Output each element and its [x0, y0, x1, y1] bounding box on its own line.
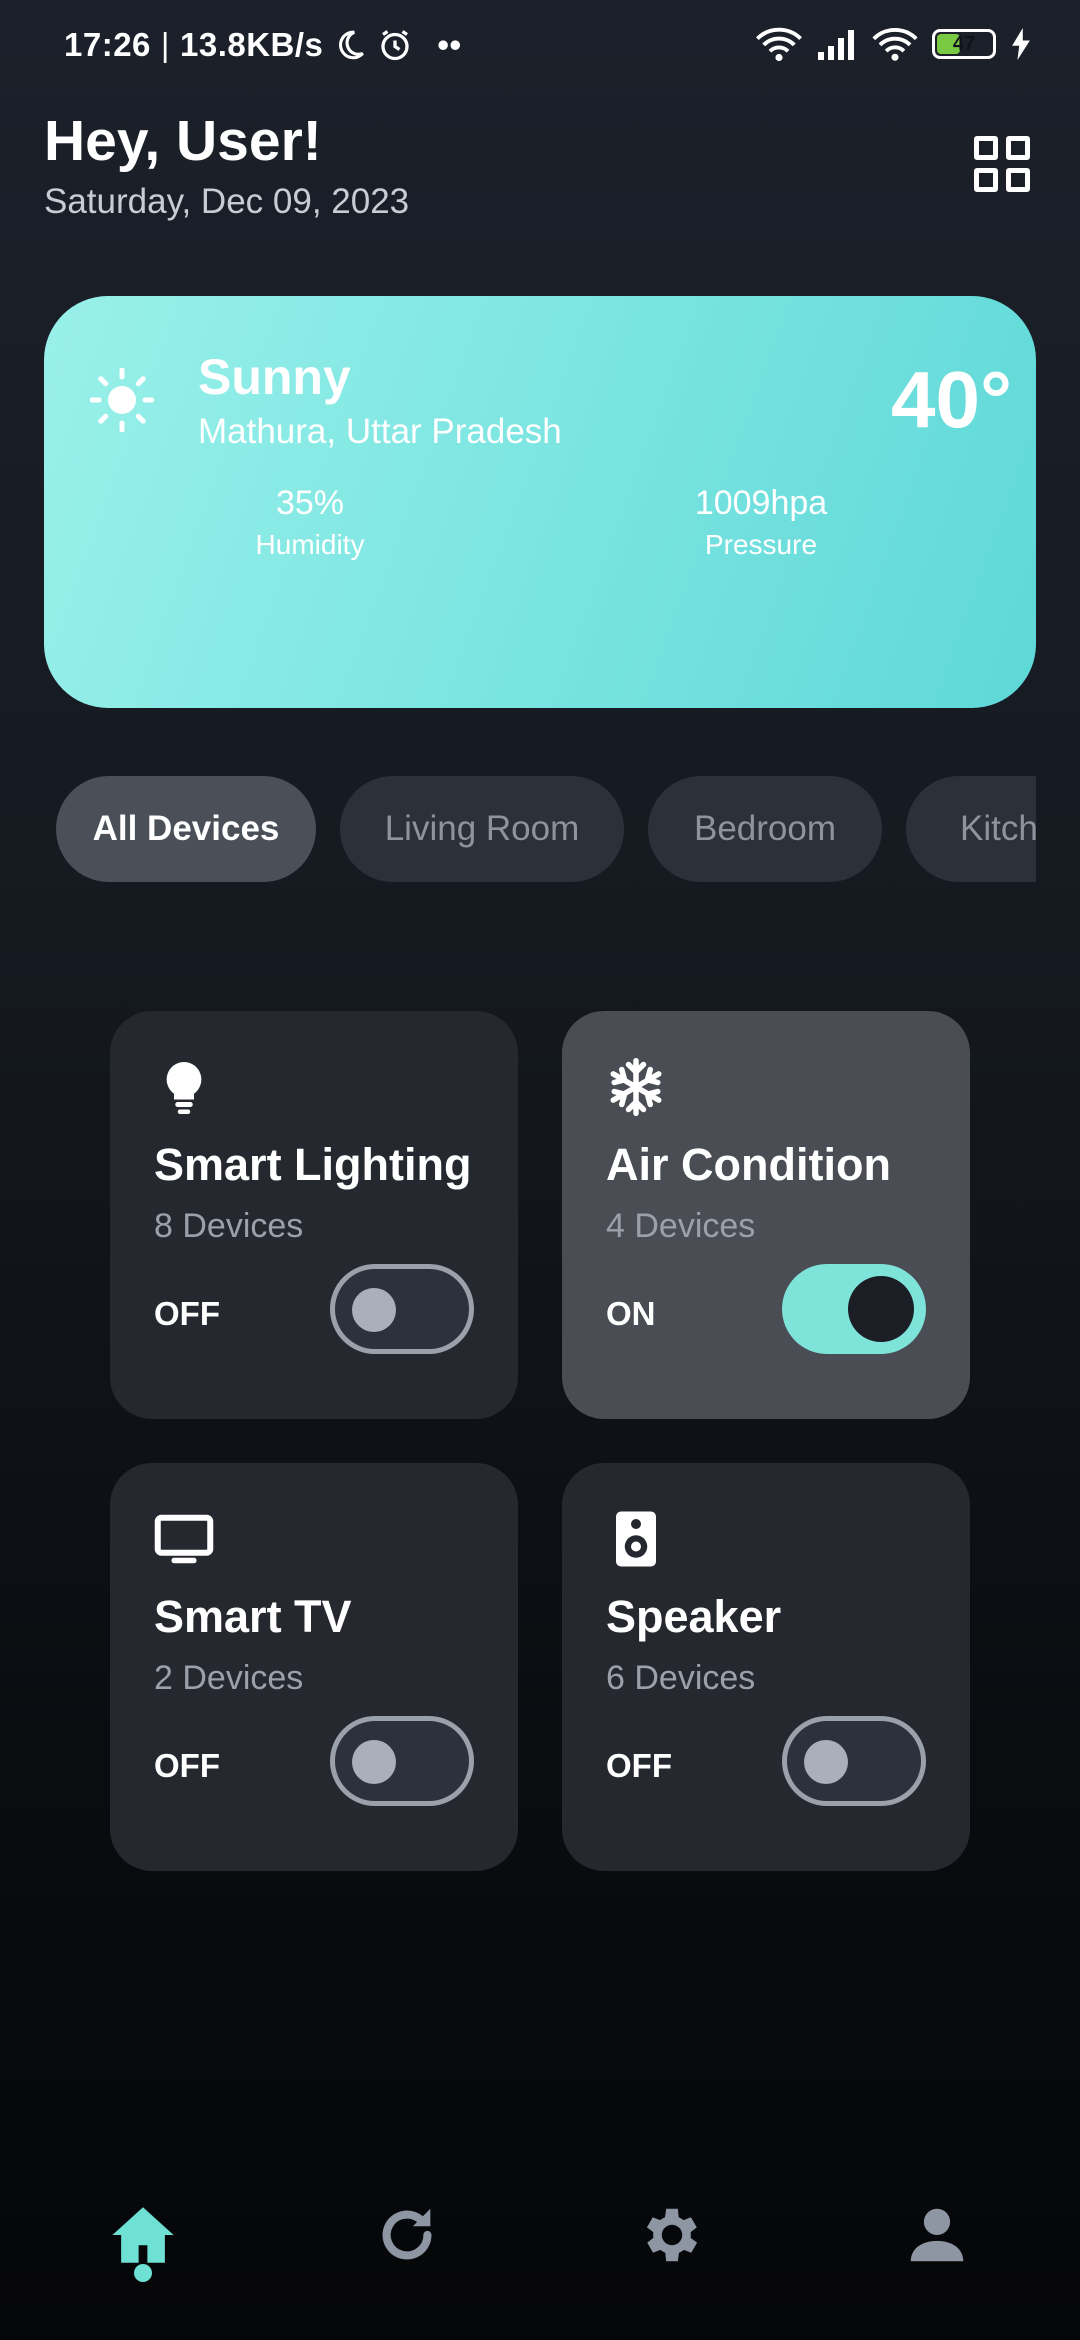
- device-name: Smart Lighting: [154, 1139, 472, 1190]
- battery-icon: 47: [932, 29, 996, 59]
- status-bar: 17:26 | 13.8KB/s •• 47: [0, 0, 1080, 96]
- tv-icon: [154, 1514, 214, 1564]
- speaker-icon: [616, 1511, 656, 1567]
- home-icon[interactable]: [108, 2200, 178, 2270]
- device-state: ON: [606, 1295, 656, 1332]
- current-date: Saturday, Dec 09, 2023: [44, 182, 410, 221]
- humidity-value: 35%: [275, 484, 345, 522]
- device-card-smart-tv[interactable]: Smart TV 2 Devices OFF: [110, 1463, 518, 1871]
- wifi-icon: [756, 27, 802, 62]
- battery-percent: 47: [952, 32, 976, 55]
- grid-icon-cell: [1006, 168, 1030, 192]
- person-icon[interactable]: [902, 2200, 972, 2270]
- greeting-title: Hey, User!: [44, 109, 322, 173]
- power-toggle[interactable]: [330, 1264, 474, 1354]
- grid-icon-cell: [974, 168, 998, 192]
- toggle-knob: [352, 1740, 396, 1784]
- toggle-knob: [352, 1288, 396, 1332]
- humidity-label: Humidity: [255, 529, 365, 560]
- clock: 17:26: [64, 26, 151, 63]
- refresh-icon[interactable]: [372, 2200, 442, 2270]
- device-card-smart-lighting[interactable]: Smart Lighting 8 Devices OFF: [110, 1011, 518, 1419]
- device-card-air-condition[interactable]: Air Condition 4 Devices ON: [562, 1011, 970, 1419]
- tab-kitchen[interactable]: Kitchen: [906, 776, 1036, 882]
- snowflake-icon: [610, 1058, 662, 1116]
- power-toggle[interactable]: [782, 1264, 926, 1354]
- toggle-knob: [848, 1276, 914, 1342]
- device-count: 4 Devices: [606, 1207, 756, 1245]
- device-count: 6 Devices: [606, 1659, 756, 1697]
- wifi-secondary-icon: [872, 28, 918, 61]
- charging-icon: [1012, 28, 1030, 60]
- tab-all-devices[interactable]: All Devices: [56, 776, 316, 882]
- device-name: Speaker: [606, 1591, 782, 1642]
- device-state: OFF: [154, 1747, 220, 1784]
- power-toggle[interactable]: [782, 1716, 926, 1806]
- alarm-icon: [381, 30, 410, 61]
- bulb-icon: [166, 1062, 202, 1114]
- status-right: 47: [754, 26, 1032, 62]
- more-dots: ••: [437, 26, 462, 63]
- weather-condition: Sunny: [198, 349, 351, 405]
- device-name: Air Condition: [606, 1139, 891, 1190]
- temperature: 40°: [891, 355, 1012, 444]
- pressure-label: Pressure: [704, 529, 818, 560]
- tab-living-room[interactable]: Living Room: [340, 776, 624, 882]
- device-name: Smart TV: [154, 1591, 352, 1642]
- toggle-knob: [804, 1740, 848, 1784]
- room-tabs: All Devices Living Room Bedroom Kitchen: [56, 776, 1036, 882]
- status-left: 17:26 | 13.8KB/s ••: [64, 26, 462, 64]
- moon-icon: [339, 30, 365, 60]
- device-card-speaker[interactable]: Speaker 6 Devices OFF: [562, 1463, 970, 1871]
- humidity-stat: 35% Humidity: [190, 484, 430, 561]
- weather-location: Mathura, Uttar Pradesh: [198, 412, 562, 451]
- sun-icon: [90, 368, 154, 432]
- grid-icon-cell: [1006, 136, 1030, 160]
- device-count: 8 Devices: [154, 1207, 304, 1245]
- signal-icon: [818, 30, 854, 60]
- gear-icon[interactable]: [637, 2200, 707, 2270]
- device-state: OFF: [606, 1747, 672, 1784]
- network-speed: 13.8KB/s: [179, 26, 324, 63]
- active-nav-indicator: [134, 2264, 152, 2282]
- separator: |: [160, 26, 170, 63]
- grid-icon: [974, 136, 998, 160]
- pressure-stat: 1009hpa Pressure: [641, 484, 881, 561]
- pressure-value: 1009hpa: [694, 484, 828, 522]
- power-toggle[interactable]: [330, 1716, 474, 1806]
- device-state: OFF: [154, 1295, 220, 1332]
- tab-bedroom[interactable]: Bedroom: [648, 776, 882, 882]
- grid-menu-button[interactable]: [974, 136, 1030, 192]
- device-count: 2 Devices: [154, 1659, 304, 1697]
